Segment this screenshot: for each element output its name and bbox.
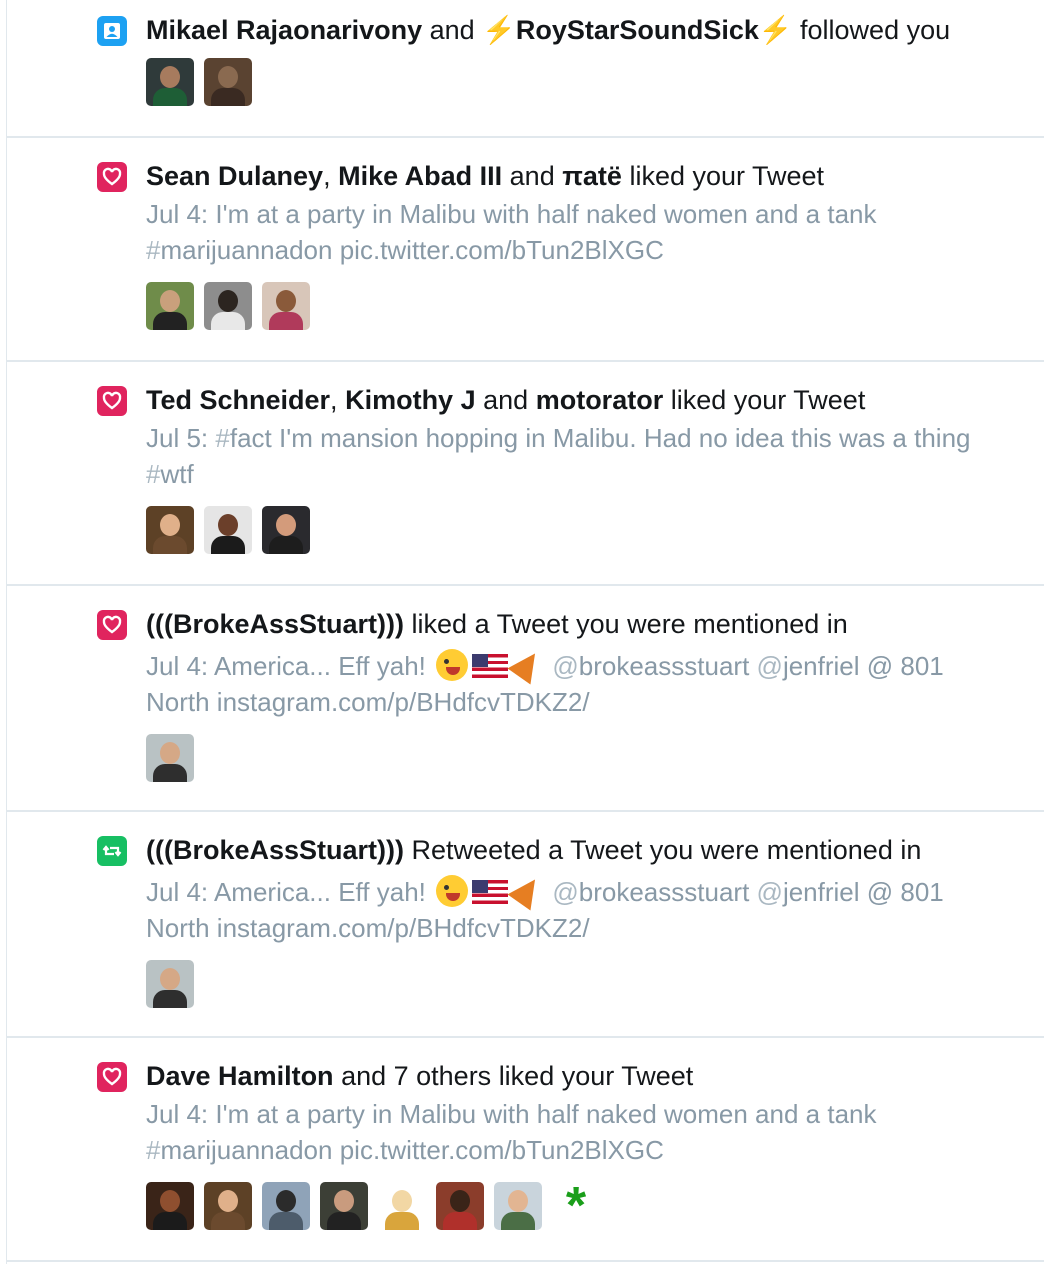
notification-item[interactable]: Dave Hamilton and 7 others liked your Tw… <box>7 1038 1044 1262</box>
retweet-icon <box>97 836 127 866</box>
mention-link[interactable]: jenfriel <box>783 651 860 681</box>
avatar[interactable] <box>204 1182 252 1230</box>
person-icon <box>97 16 127 46</box>
tweet-preview[interactable]: Jul 5: #fact I'm mansion hopping in Mali… <box>146 420 1025 492</box>
tweet-link[interactable]: pic.twitter.com/bTun2BlXGC <box>340 235 664 265</box>
avatar[interactable] <box>146 734 194 782</box>
avatar[interactable] <box>262 1182 310 1230</box>
avatar-row <box>146 282 1025 330</box>
avatar[interactable] <box>204 506 252 554</box>
user-name-link[interactable]: (((BrokeAssStuart))) <box>146 835 404 865</box>
user-name-link[interactable]: (((BrokeAssStuart))) <box>146 609 404 639</box>
avatar-row <box>146 506 1025 554</box>
avatar[interactable] <box>436 1182 484 1230</box>
user-name-link[interactable]: Mike Abad III <box>338 161 502 191</box>
heart-icon <box>97 1062 127 1092</box>
bolt-emoji: ⚡ <box>482 15 516 45</box>
avatar[interactable] <box>146 960 194 1008</box>
avatar-row <box>146 734 1025 782</box>
avatar[interactable] <box>146 506 194 554</box>
user-name-link[interactable]: RoyStarSoundSick <box>516 15 759 45</box>
us-flag-emoji <box>472 654 509 678</box>
notification-item[interactable]: Mikael Rajaonarivony and ⚡RoyStarSoundSi… <box>7 0 1044 138</box>
avatar[interactable] <box>378 1182 426 1230</box>
avatar-row: * <box>146 1182 1025 1230</box>
party-popper-emoji <box>507 645 547 685</box>
avatar-row <box>146 960 1025 1008</box>
hashtag-link[interactable]: marijuannadon <box>160 1135 332 1165</box>
us-flag-emoji <box>472 880 509 904</box>
user-name-link[interactable]: motorator <box>536 385 664 415</box>
user-name-link[interactable]: πatë <box>562 161 622 191</box>
avatar[interactable] <box>320 1182 368 1230</box>
wink-emoji <box>436 875 469 907</box>
notification-headline: (((BrokeAssStuart))) Retweeted a Tweet y… <box>146 835 922 865</box>
hashtag-link[interactable]: wtf <box>160 459 193 489</box>
avatar-row <box>146 58 1025 106</box>
tweet-link[interactable]: pic.twitter.com/bTun2BlXGC <box>340 1135 664 1165</box>
bolt-emoji: ⚡ <box>758 15 793 45</box>
heart-icon <box>97 386 127 416</box>
star-avatar[interactable]: * <box>552 1182 600 1230</box>
hashtag-link[interactable]: fact <box>230 423 272 453</box>
tweet-preview[interactable]: Jul 4: I'm at a party in Malibu with hal… <box>146 196 1025 268</box>
notifications-feed: Mikael Rajaonarivony and ⚡RoyStarSoundSi… <box>6 0 1044 1264</box>
user-name-link[interactable]: Sean Dulaney <box>146 161 323 191</box>
notification-item[interactable]: Sean Dulaney, Mike Abad III and πatë lik… <box>7 138 1044 362</box>
tweet-preview[interactable]: Jul 4: America... Eff yah! @brokeassstua… <box>146 645 1025 720</box>
notification-headline: Sean Dulaney, Mike Abad III and πatë lik… <box>146 161 825 191</box>
heart-icon <box>97 610 127 640</box>
avatar[interactable] <box>262 282 310 330</box>
notification-item[interactable]: Ted Schneider, Kimothy J and motorator l… <box>7 362 1044 586</box>
mention-link[interactable]: brokeassstuart <box>579 877 750 907</box>
notification-headline: Ted Schneider, Kimothy J and motorator l… <box>146 385 866 415</box>
user-name-link[interactable]: Dave Hamilton <box>146 1061 334 1091</box>
user-name-link[interactable]: Kimothy J <box>345 385 476 415</box>
mention-link[interactable]: brokeassstuart <box>579 651 750 681</box>
mention-link[interactable]: jenfriel <box>783 877 860 907</box>
wink-emoji <box>436 649 469 681</box>
avatar[interactable] <box>146 1182 194 1230</box>
avatar[interactable] <box>204 282 252 330</box>
notification-headline: (((BrokeAssStuart))) liked a Tweet you w… <box>146 609 848 639</box>
notification-headline: Mikael Rajaonarivony and ⚡RoyStarSoundSi… <box>146 15 951 45</box>
tweet-preview[interactable]: Jul 4: I'm at a party in Malibu with hal… <box>146 1096 1025 1168</box>
avatar[interactable] <box>146 282 194 330</box>
notification-item[interactable]: (((BrokeAssStuart))) Retweeted a Tweet y… <box>7 812 1044 1038</box>
tweet-preview[interactable]: Jul 4: America... Eff yah! @brokeassstua… <box>146 871 1025 946</box>
user-name-link[interactable]: Mikael Rajaonarivony <box>146 15 422 45</box>
user-name-link[interactable]: Ted Schneider <box>146 385 330 415</box>
avatar[interactable] <box>262 506 310 554</box>
avatar[interactable] <box>494 1182 542 1230</box>
avatar[interactable] <box>146 58 194 106</box>
avatar[interactable] <box>204 58 252 106</box>
heart-icon <box>97 162 127 192</box>
party-popper-emoji <box>507 871 547 911</box>
notification-item[interactable]: (((BrokeAssStuart))) liked a Tweet you w… <box>7 586 1044 812</box>
notification-headline: Dave Hamilton and 7 others liked your Tw… <box>146 1061 694 1091</box>
hashtag-link[interactable]: marijuannadon <box>160 235 332 265</box>
